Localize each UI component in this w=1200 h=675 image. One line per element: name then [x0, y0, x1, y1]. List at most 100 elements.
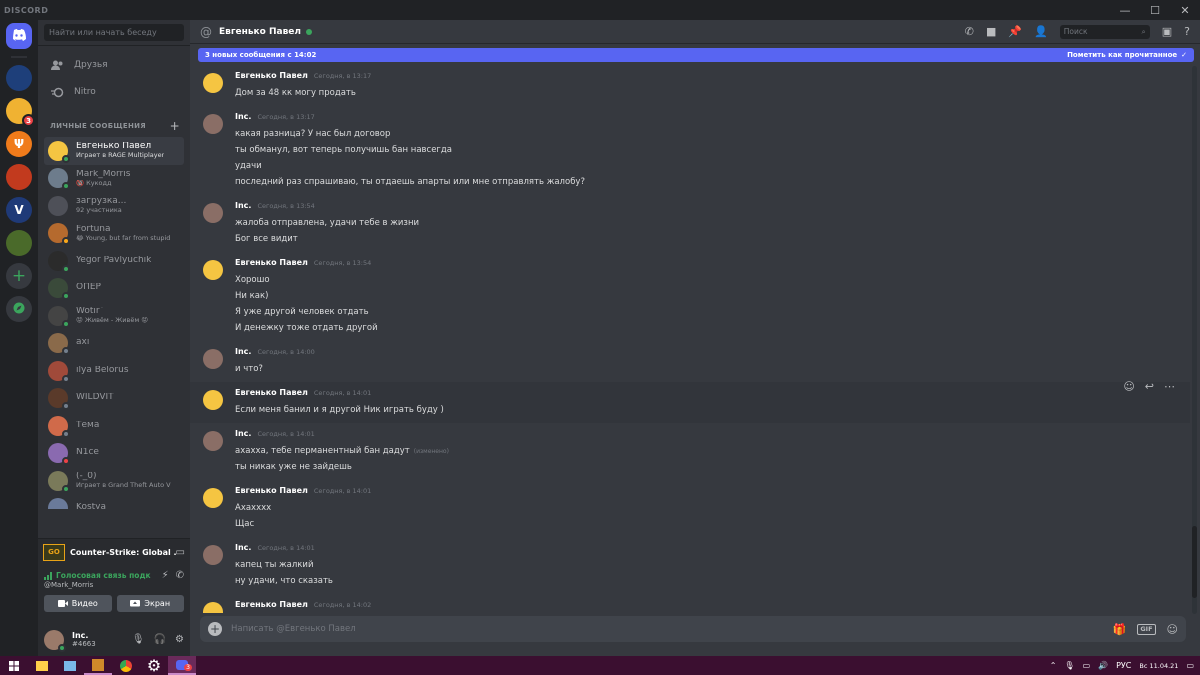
- server-icon[interactable]: Ψ: [6, 131, 32, 157]
- dm-item[interactable]: Тёма: [44, 412, 184, 440]
- gift-icon[interactable]: 🎁: [1113, 623, 1127, 636]
- inbox-icon[interactable]: ▣: [1162, 25, 1172, 38]
- voice-call-icon[interactable]: ✆: [965, 25, 974, 38]
- message-text: И денежку тоже отдать другой: [235, 320, 1190, 336]
- nitro-nav-item[interactable]: Nitro: [44, 79, 184, 105]
- dm-item[interactable]: загрузка... 92 участника: [44, 192, 184, 220]
- server-icon[interactable]: [6, 230, 32, 256]
- monitor-icon[interactable]: ▭: [176, 547, 185, 558]
- friends-nav-item[interactable]: Друзья: [44, 52, 184, 78]
- dm-item[interactable]: ilya Belorus: [44, 357, 184, 385]
- tray-volume-icon[interactable]: 🔊: [1098, 661, 1108, 670]
- taskbar-app-discord-icon[interactable]: 3: [168, 656, 196, 675]
- message-author[interactable]: Inc.: [235, 112, 251, 121]
- message-author[interactable]: Inc.: [235, 429, 251, 438]
- author-avatar[interactable]: [203, 349, 223, 369]
- dm-search-input[interactable]: Найти или начать беседу: [44, 24, 184, 41]
- author-emoji-avatar[interactable]: [203, 488, 223, 508]
- status-indicator: [62, 429, 70, 438]
- dm-item[interactable]: axi: [44, 330, 184, 358]
- tray-clock[interactable]: Вс 11.04.21: [1139, 662, 1178, 670]
- dm-item[interactable]: (-_0) Играет в Grand Theft Auto V: [44, 467, 184, 495]
- disconnect-icon[interactable]: ✆: [176, 570, 184, 581]
- taskbar-app-game-icon[interactable]: [84, 656, 112, 675]
- pin-icon[interactable]: 📌: [1008, 25, 1022, 38]
- dm-text: Wotir` 😡 Живём - Живём 😡: [76, 307, 148, 324]
- dm-item[interactable]: N1ce: [44, 440, 184, 468]
- new-messages-bar[interactable]: 3 новых сообщения с 14:02 Пометить как п…: [198, 48, 1194, 62]
- mark-as-read-button[interactable]: Пометить как прочитанное: [1067, 51, 1177, 59]
- dm-item[interactable]: Евгенько Павел Играет в RAGE Multiplayer: [44, 137, 184, 165]
- headphones-icon[interactable]: 🎧: [154, 634, 166, 645]
- notification-center-icon[interactable]: ▭: [1186, 661, 1194, 670]
- author-emoji-avatar[interactable]: [203, 73, 223, 93]
- home-button[interactable]: [6, 23, 32, 49]
- author-avatar[interactable]: [203, 545, 223, 565]
- dm-item[interactable]: Kostya: [44, 495, 184, 509]
- tray-mic-icon[interactable]: 🎙: [1064, 661, 1074, 670]
- server-icon[interactable]: [6, 164, 32, 190]
- explore-servers-button[interactable]: [6, 296, 32, 322]
- video-button[interactable]: Видео: [44, 595, 112, 612]
- game-title: Counter-Strike: Global ...: [70, 547, 176, 557]
- taskbar-app-explorer-icon[interactable]: [28, 656, 56, 675]
- server-icon[interactable]: [6, 65, 32, 91]
- message-author[interactable]: Inc.: [235, 201, 251, 210]
- mic-icon[interactable]: 🎙: [132, 634, 145, 645]
- message-timestamp: Сегодня, в 14:01: [313, 487, 372, 495]
- settings-gear-icon[interactable]: ⚙: [175, 634, 184, 645]
- user-avatar[interactable]: [44, 629, 66, 652]
- dm-item[interactable]: Fortuna 😂 Young, but far from stupid: [44, 220, 184, 248]
- dm-item[interactable]: ОПЕР: [44, 275, 184, 303]
- chat-scrollbar[interactable]: [1192, 66, 1197, 614]
- taskbar-app-chrome-icon[interactable]: [112, 656, 140, 675]
- dm-name: WILDVIT: [76, 393, 114, 403]
- dm-item[interactable]: Mark_Morris 🔞 Кукодд: [44, 165, 184, 193]
- dm-item[interactable]: WILDVIT: [44, 385, 184, 413]
- dm-avatar: [48, 168, 70, 191]
- add-reaction-icon[interactable]: ☺: [1123, 380, 1134, 393]
- tray-language[interactable]: РУС: [1116, 661, 1131, 670]
- dm-item[interactable]: Yegor Pavlyuchik: [44, 247, 184, 275]
- message-author[interactable]: Евгенько Павел: [235, 486, 308, 495]
- gif-button[interactable]: GIF: [1137, 623, 1156, 635]
- reply-icon[interactable]: ↩: [1145, 380, 1154, 393]
- author-emoji-avatar[interactable]: [203, 260, 223, 280]
- author-avatar[interactable]: [203, 431, 223, 451]
- close-icon[interactable]: ✕: [1170, 0, 1200, 20]
- message-author[interactable]: Inc.: [235, 347, 251, 356]
- noise-suppression-icon[interactable]: ⚡: [162, 570, 169, 581]
- video-call-icon[interactable]: ■: [986, 25, 996, 38]
- author-avatar[interactable]: [203, 114, 223, 134]
- server-icon[interactable]: 3: [6, 98, 35, 127]
- tray-network-icon[interactable]: ▭: [1083, 661, 1091, 670]
- message-author[interactable]: Inc.: [235, 543, 251, 552]
- taskbar-app-files-icon[interactable]: [56, 656, 84, 675]
- minimize-icon[interactable]: —: [1110, 0, 1140, 20]
- emoji-picker-icon[interactable]: ☺: [1167, 623, 1178, 636]
- message-author[interactable]: Евгенько Павел: [235, 258, 308, 267]
- maximize-icon[interactable]: ☐: [1140, 0, 1170, 20]
- help-icon[interactable]: ?: [1184, 25, 1190, 38]
- more-options-icon[interactable]: ⋯: [1164, 380, 1175, 393]
- create-dm-icon[interactable]: +: [170, 119, 180, 133]
- add-server-button[interactable]: +: [6, 263, 32, 289]
- screen-share-button[interactable]: Экран: [116, 595, 184, 612]
- dm-item[interactable]: Wotir` 😡 Живём - Живём 😡: [44, 302, 184, 330]
- scrollbar-thumb[interactable]: [1192, 526, 1197, 598]
- taskbar-app-settings-icon[interactable]: ⚙: [140, 656, 168, 675]
- message-author[interactable]: Евгенько Павел: [235, 600, 308, 609]
- author-avatar[interactable]: [203, 203, 223, 223]
- message-author[interactable]: Евгенько Павел: [235, 388, 308, 397]
- message-author[interactable]: Евгенько Павел: [235, 71, 308, 80]
- author-emoji-avatar[interactable]: [203, 390, 223, 410]
- attach-plus-icon[interactable]: +: [208, 622, 222, 636]
- chat-search-input[interactable]: Поиск ⌕: [1059, 24, 1150, 39]
- message-input[interactable]: [231, 624, 1113, 634]
- author-emoji-avatar[interactable]: [203, 602, 223, 613]
- server-icon[interactable]: V: [6, 197, 32, 223]
- windows-start-icon[interactable]: [0, 656, 28, 675]
- add-friend-icon[interactable]: 👤: [1034, 25, 1048, 38]
- message-list: Евгенько Павел Сегодня, в 13:17 Дом за 48 …: [190, 65, 1190, 613]
- tray-chevron-up-icon[interactable]: ⌃: [1050, 661, 1057, 670]
